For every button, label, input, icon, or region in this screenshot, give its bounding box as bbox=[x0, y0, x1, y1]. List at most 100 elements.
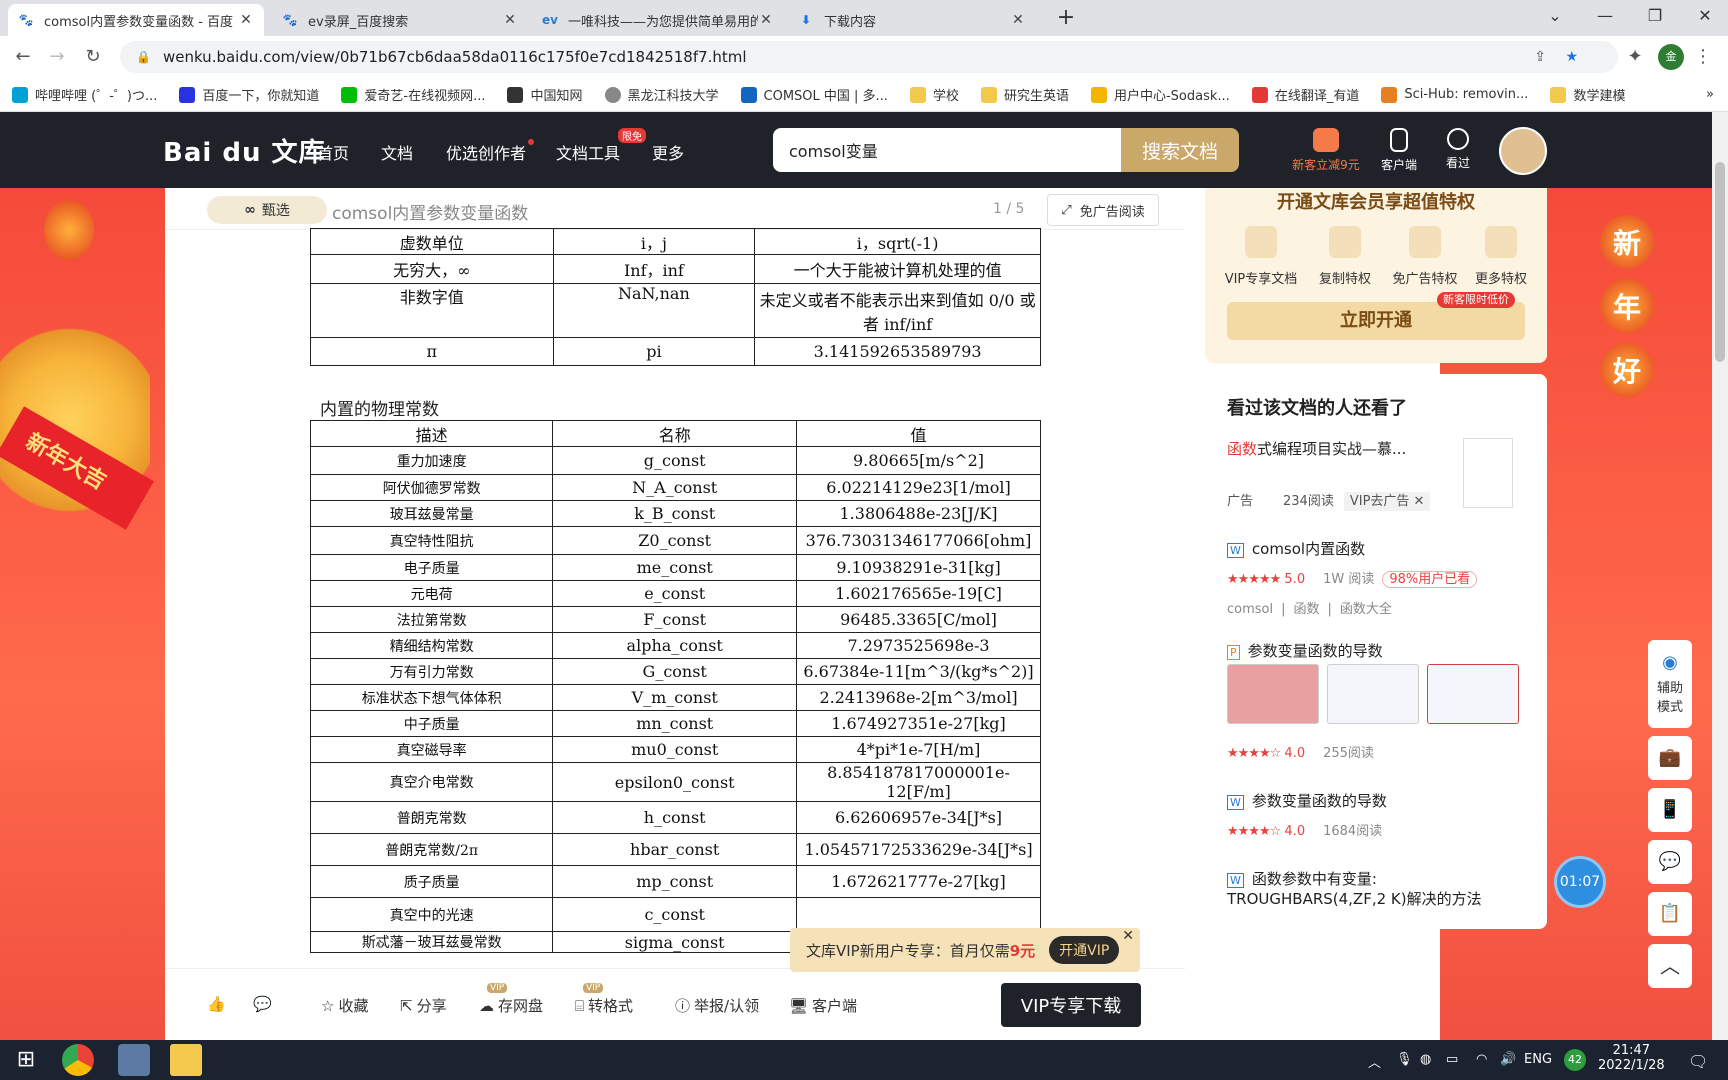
search-button[interactable]: 搜索文档 bbox=[1121, 128, 1239, 172]
battery-icon[interactable]: ▭ bbox=[1446, 1052, 1458, 1067]
bookmark-folder[interactable]: 数学建模 bbox=[1550, 85, 1625, 104]
perk-vip-docs[interactable]: VIP专享文档 bbox=[1221, 226, 1301, 287]
vip-discount[interactable]: 新客立减9元 bbox=[1286, 128, 1366, 173]
vip-download-button[interactable]: VIP专享下载 bbox=[1001, 983, 1141, 1027]
report-button[interactable]: ⓘ 举报/认领 bbox=[675, 995, 759, 1016]
minimize-button[interactable]: — bbox=[1580, 0, 1630, 32]
nav-creators[interactable]: 优选创作者 bbox=[446, 140, 526, 164]
close-icon[interactable]: ✕ bbox=[758, 12, 774, 28]
forward-icon[interactable]: → bbox=[44, 44, 70, 70]
bookmark-item[interactable]: 哔哩哔哩 (゜-゜)つ... bbox=[12, 85, 157, 104]
search-input[interactable] bbox=[773, 128, 1121, 172]
client-button[interactable]: 🖥 客户端 bbox=[789, 995, 857, 1016]
profile-avatar[interactable]: 金 bbox=[1658, 44, 1684, 70]
tray-chevron-icon[interactable]: ︿ bbox=[1368, 1052, 1381, 1071]
close-icon[interactable]: ✕ bbox=[502, 12, 518, 28]
notifications-icon[interactable]: 🗨 bbox=[1688, 1052, 1708, 1071]
ad-thumbnail[interactable] bbox=[1463, 438, 1513, 508]
ad-title[interactable]: 函数式编程项目实战—慕... bbox=[1227, 438, 1406, 459]
nav-docs[interactable]: 文档 bbox=[381, 140, 413, 164]
wenku-logo[interactable]: Bai du 文库 bbox=[163, 132, 326, 169]
close-icon[interactable]: ✕ bbox=[1010, 12, 1026, 28]
window-close-button[interactable]: ✕ bbox=[1680, 0, 1728, 32]
scrollbar-thumb[interactable] bbox=[1715, 162, 1725, 362]
briefcase-icon[interactable]: 💼 bbox=[1648, 736, 1692, 780]
tab-yiwei[interactable]: ev 一唯科技——为您提供简单易用的 ✕ bbox=[532, 4, 784, 36]
tab-search-icon[interactable]: ⌄ bbox=[1530, 0, 1580, 32]
clipboard-icon[interactable]: 📋 bbox=[1648, 892, 1692, 936]
bookmark-item[interactable]: Sci-Hub: removin... bbox=[1381, 86, 1528, 103]
more-bookmarks-button[interactable]: » bbox=[1706, 87, 1714, 102]
bookmark-item[interactable]: 爱奇艺-在线视频网... bbox=[341, 85, 485, 104]
slide-thumbnail[interactable] bbox=[1327, 664, 1419, 724]
nav-tools[interactable]: 文档工具 bbox=[556, 140, 620, 164]
tab-downloads[interactable]: ⬇ 下载内容 ✕ bbox=[788, 4, 1036, 36]
tab-comsol[interactable]: 🐾 comsol内置参数变量函数 - 百度 ✕ bbox=[8, 4, 264, 36]
feedback-icon[interactable]: 💬 bbox=[1648, 840, 1692, 884]
bookmark-folder[interactable]: 研究生英语 bbox=[980, 85, 1069, 104]
restore-button[interactable]: ❐ bbox=[1630, 0, 1680, 32]
bookmark-item[interactable]: 在线翻译_有道 bbox=[1251, 85, 1359, 104]
related-item[interactable]: Wcomsol内置函数 bbox=[1227, 538, 1365, 559]
extensions-icon[interactable]: ✦ bbox=[1622, 44, 1648, 70]
input-language[interactable]: ENG bbox=[1524, 1052, 1552, 1067]
bookmark-item[interactable]: 黑龙江科技大学 bbox=[604, 85, 719, 104]
slide-thumbnail[interactable] bbox=[1227, 664, 1319, 724]
reading-timer[interactable]: 01:07 bbox=[1554, 856, 1606, 908]
bookmark-folder[interactable]: 学校 bbox=[909, 85, 959, 104]
related-item[interactable]: W 参数变量函数的导数 bbox=[1227, 790, 1387, 811]
history[interactable]: 看过 bbox=[1440, 128, 1476, 171]
nav-more[interactable]: 更多 bbox=[652, 140, 684, 164]
remove-ad-button[interactable]: VIP去广告 ✕ bbox=[1343, 492, 1431, 511]
close-icon[interactable]: ✕ bbox=[238, 12, 254, 28]
file-explorer-icon[interactable] bbox=[170, 1044, 202, 1076]
back-to-top-icon[interactable]: ︿ bbox=[1648, 944, 1692, 988]
adfree-button[interactable]: ⤢ 免广告阅读 bbox=[1047, 194, 1159, 226]
share-icon[interactable]: ⇪ bbox=[1534, 49, 1546, 65]
vip-promo-banner[interactable]: 文库VIP新用户专享：首月仅需 9元 开通VIP ✕ bbox=[790, 928, 1140, 972]
selected-pill[interactable]: ∞ 甄选 bbox=[207, 196, 327, 224]
open-vip-button[interactable]: 开通VIP bbox=[1049, 936, 1120, 964]
perk-adfree[interactable]: 免广告特权 bbox=[1385, 226, 1465, 287]
clock[interactable]: 21:47 2022/1/28 bbox=[1598, 1043, 1665, 1073]
client-app[interactable]: 客户端 bbox=[1376, 128, 1422, 173]
new-tab-button[interactable]: + bbox=[1052, 6, 1080, 32]
bookmark-item[interactable]: 百度一下，你就知道 bbox=[179, 85, 319, 104]
bookmark-item[interactable]: 用户中心-Sodask... bbox=[1090, 85, 1230, 104]
bookmark-star-icon[interactable]: ★ bbox=[1565, 49, 1578, 65]
tag[interactable]: 函数 bbox=[1294, 602, 1320, 617]
security-icon[interactable]: ◍ bbox=[1420, 1052, 1431, 1067]
perk-more[interactable]: 更多特权 bbox=[1461, 226, 1541, 287]
user-avatar[interactable] bbox=[1499, 127, 1547, 175]
open-now-button[interactable]: 立即开通 新客限时低价 bbox=[1227, 292, 1525, 340]
url-field[interactable]: 🔒 wenku.baidu.com/view/0b71b67cb6daa58da… bbox=[120, 41, 1618, 73]
wifi-icon[interactable]: ◠ bbox=[1476, 1052, 1487, 1067]
windows-start-icon[interactable]: ⊞ bbox=[10, 1044, 42, 1076]
save-cloud-button[interactable]: ☁ 存网盘 bbox=[479, 995, 543, 1016]
phone-icon[interactable]: 📱 bbox=[1648, 788, 1692, 832]
like-button[interactable]: 👍 bbox=[207, 995, 226, 1013]
related-item[interactable]: W 函数参数中有变量: TROUGHBARS(4,ZF,2 K)解决的方法 bbox=[1227, 870, 1517, 908]
close-icon[interactable]: ✕ bbox=[1122, 928, 1134, 944]
perk-copy[interactable]: 复制特权 bbox=[1305, 226, 1385, 287]
reload-icon[interactable]: ↻ bbox=[80, 44, 106, 70]
share-button[interactable]: ⇱ 分享 bbox=[400, 995, 447, 1016]
back-icon[interactable]: ← bbox=[10, 44, 36, 70]
tag[interactable]: comsol bbox=[1227, 602, 1273, 617]
convert-format-button[interactable]: ⌸ 转格式 bbox=[575, 995, 633, 1016]
tag[interactable]: 函数大全 bbox=[1340, 602, 1392, 617]
tab-ev[interactable]: 🐾 ev录屏_百度搜索 ✕ bbox=[272, 4, 528, 36]
comment-button[interactable]: 💬 bbox=[253, 995, 272, 1013]
assist-mode-button[interactable]: ◉ 辅助模式 bbox=[1648, 640, 1692, 728]
app-icon[interactable] bbox=[118, 1044, 150, 1076]
chrome-icon[interactable] bbox=[62, 1044, 94, 1076]
microphone-icon[interactable]: 🎙 bbox=[1396, 1052, 1413, 1067]
page-scrollbar[interactable] bbox=[1712, 112, 1728, 1040]
menu-dots-icon[interactable]: ⋮ bbox=[1690, 44, 1716, 70]
notification-badge[interactable]: 42 bbox=[1564, 1049, 1586, 1071]
bookmark-item[interactable]: COMSOL 中国 | 多... bbox=[740, 85, 888, 104]
slide-thumbnail[interactable] bbox=[1427, 664, 1519, 724]
related-item[interactable]: P 参数变量函数的导数 bbox=[1227, 640, 1383, 661]
nav-home[interactable]: 首页 bbox=[317, 140, 349, 164]
favorite-button[interactable]: ☆ 收藏 bbox=[321, 995, 368, 1016]
